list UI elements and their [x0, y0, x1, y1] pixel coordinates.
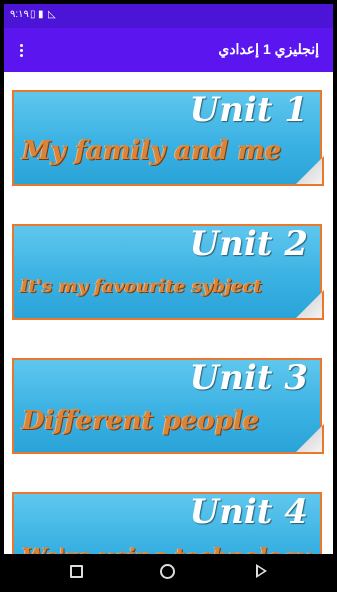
unit-card-3[interactable]: Unit 3 Different people [12, 358, 322, 454]
unit-number: Unit 1 [189, 90, 309, 130]
unit-list: Unit 1 My family and me Unit 2 It's my f… [4, 72, 333, 554]
home-icon[interactable] [160, 564, 175, 579]
unit-title: Different people [22, 406, 260, 436]
unit-number: Unit 3 [189, 358, 309, 398]
status-time: ٩:١٩ [10, 9, 29, 20]
unit-title: We're using technology [22, 544, 310, 554]
page-title: إنجليزي 1 إعدادي [218, 41, 319, 57]
status-bar: ٩:١٩ ▯ ▮ ◺ [4, 4, 333, 28]
unit-title: My family and me [22, 136, 282, 166]
phone-screen: ٩:١٩ ▯ ▮ ◺ إنجليزي 1 إعدادي Unit 1 My fa… [4, 4, 333, 588]
unit-card-1[interactable]: Unit 1 My family and me [12, 90, 322, 186]
unit-card-4[interactable]: Unit 4 We're using technology [12, 492, 322, 554]
unit-number: Unit 4 [189, 492, 309, 532]
unit-title: It's my favourite sybject [20, 276, 263, 297]
unit-card-2[interactable]: Unit 2 It's my favourite sybject [12, 224, 322, 320]
app-toolbar: إنجليزي 1 إعدادي [4, 28, 333, 72]
battery-icon: ▮ [38, 9, 44, 20]
navigation-bar [4, 554, 333, 588]
no-signal-icon: ◺ [48, 9, 56, 20]
overflow-menu-icon[interactable] [12, 38, 30, 62]
recents-icon[interactable] [70, 565, 83, 578]
back-icon[interactable] [256, 564, 267, 578]
unit-number: Unit 2 [189, 224, 309, 264]
sim-card-icon: ▯ [30, 9, 36, 20]
